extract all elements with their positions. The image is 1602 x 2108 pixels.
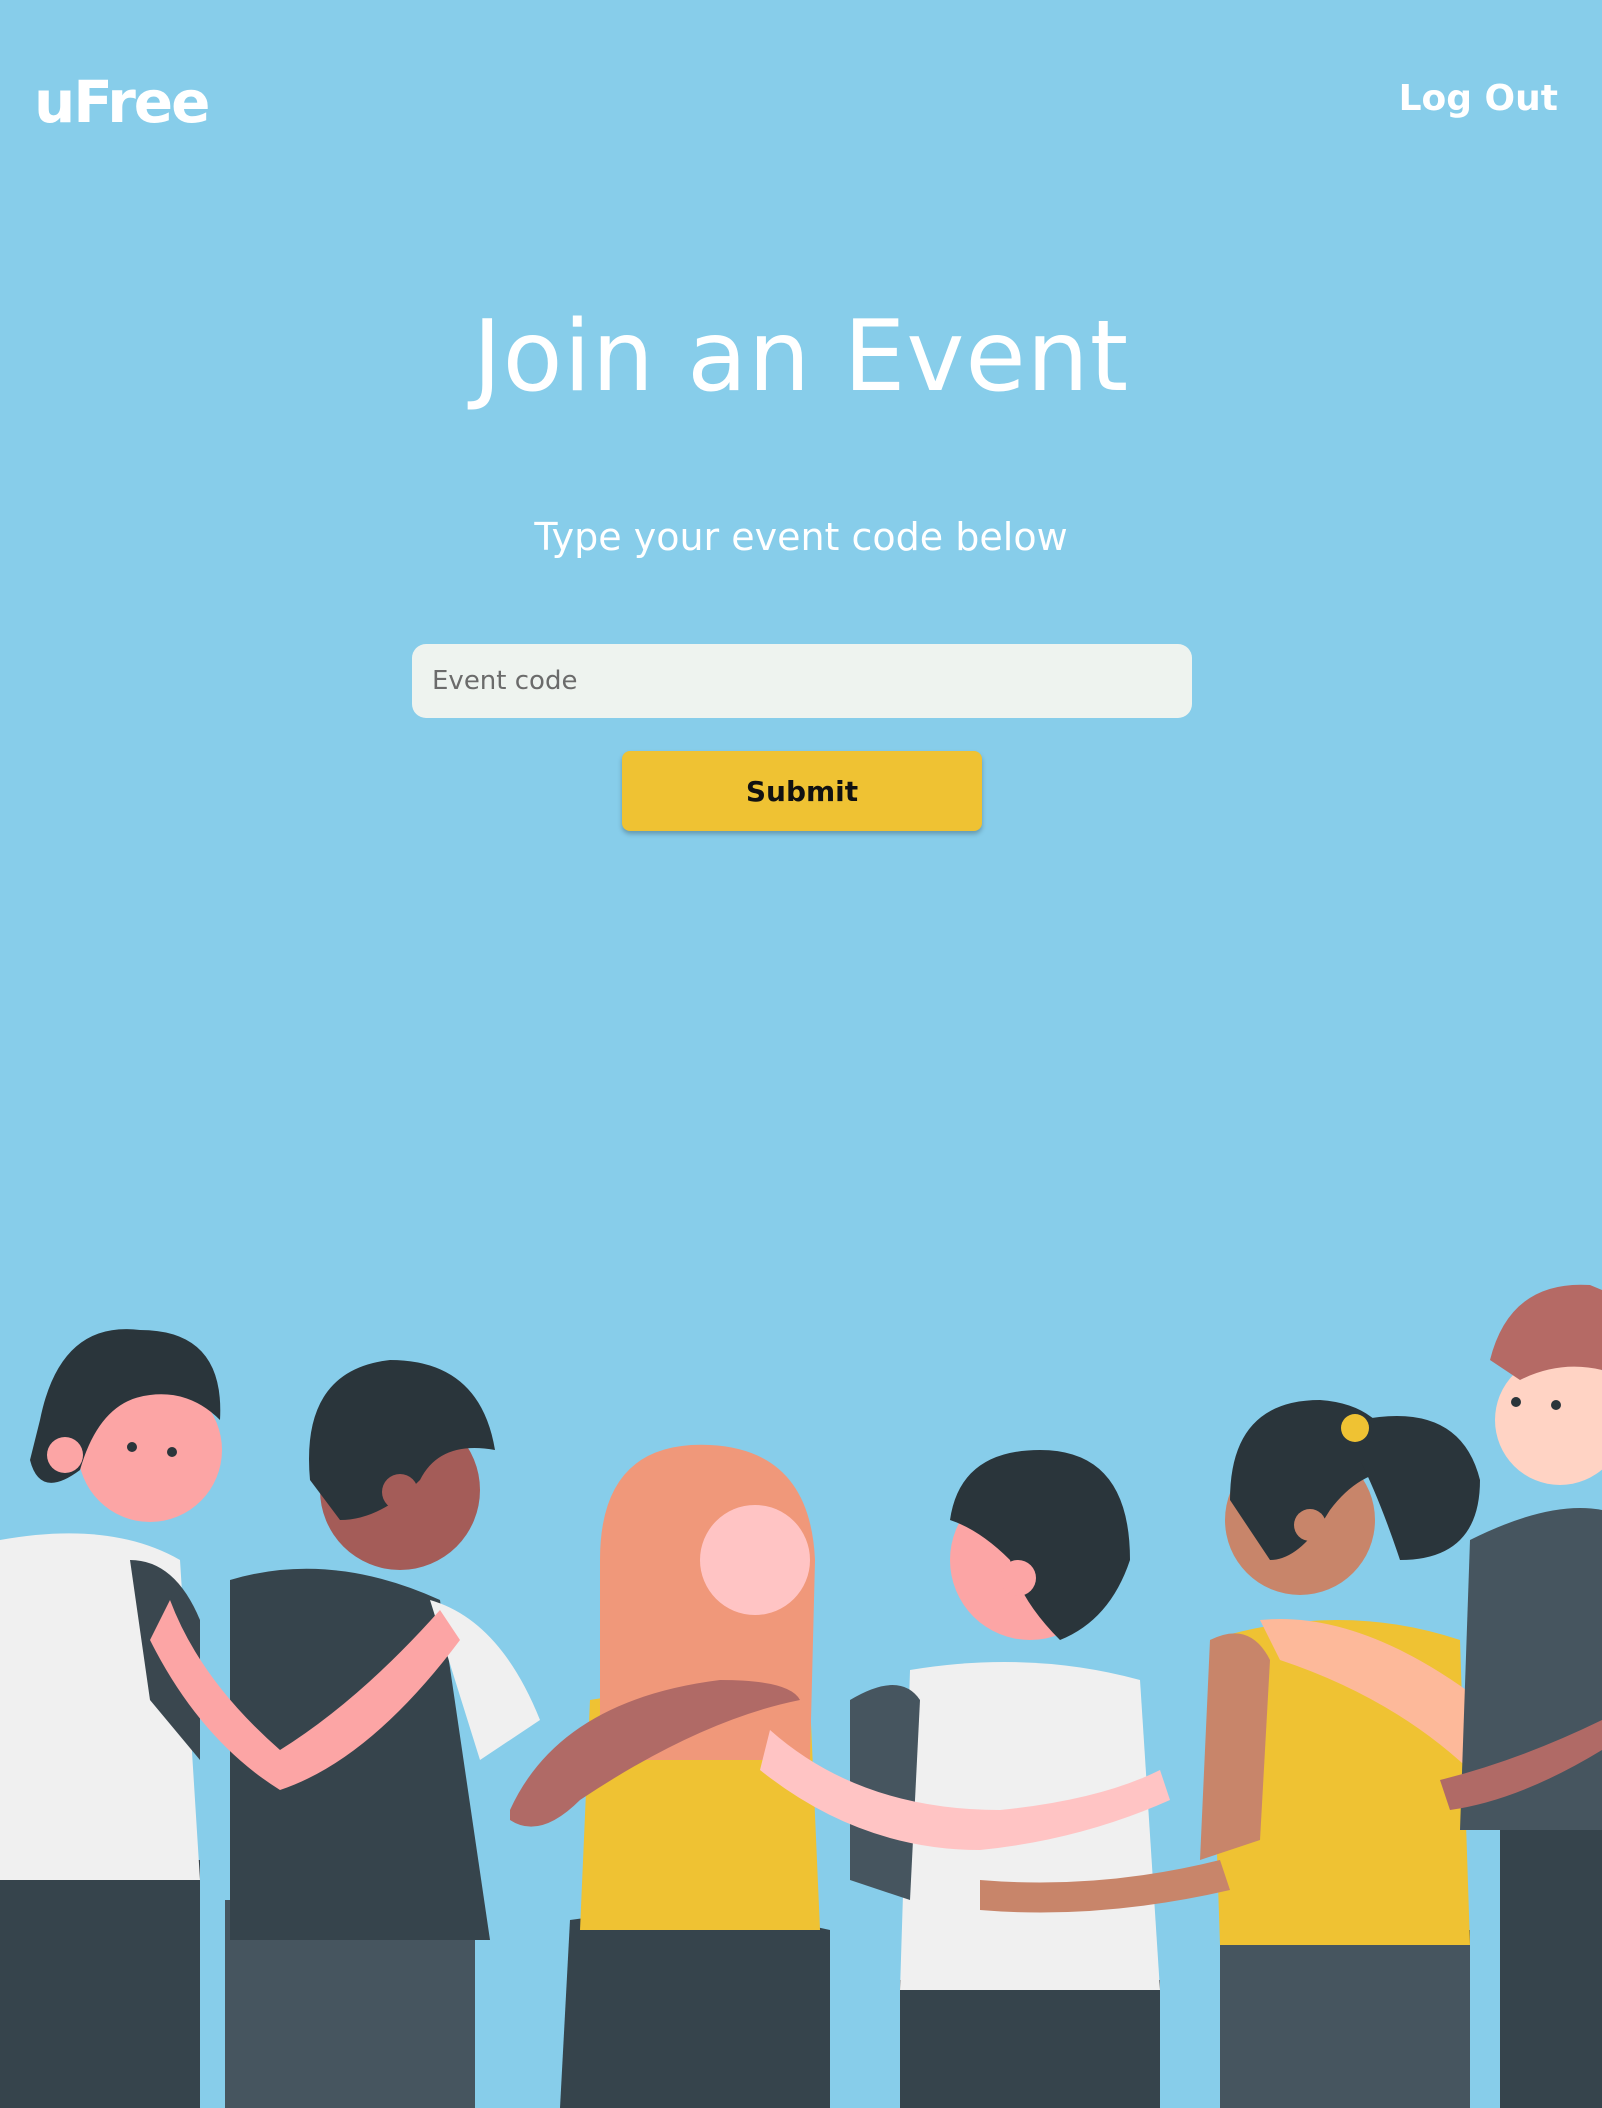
person-2 — [225, 1360, 540, 2108]
page-subtitle: Type your event code below — [534, 515, 1068, 559]
person-1 — [0, 1329, 222, 2108]
event-code-input[interactable] — [412, 644, 1192, 718]
logout-link[interactable]: Log Out — [1399, 78, 1558, 119]
app-logo[interactable]: uFree — [34, 68, 210, 136]
page-title: Join an Event — [472, 300, 1130, 414]
person-5 — [1200, 1400, 1480, 2108]
person-4 — [850, 1450, 1160, 2108]
friends-illustration — [0, 1284, 1602, 2108]
submit-button[interactable]: Submit — [622, 751, 982, 831]
person-6 — [1460, 1284, 1602, 2108]
